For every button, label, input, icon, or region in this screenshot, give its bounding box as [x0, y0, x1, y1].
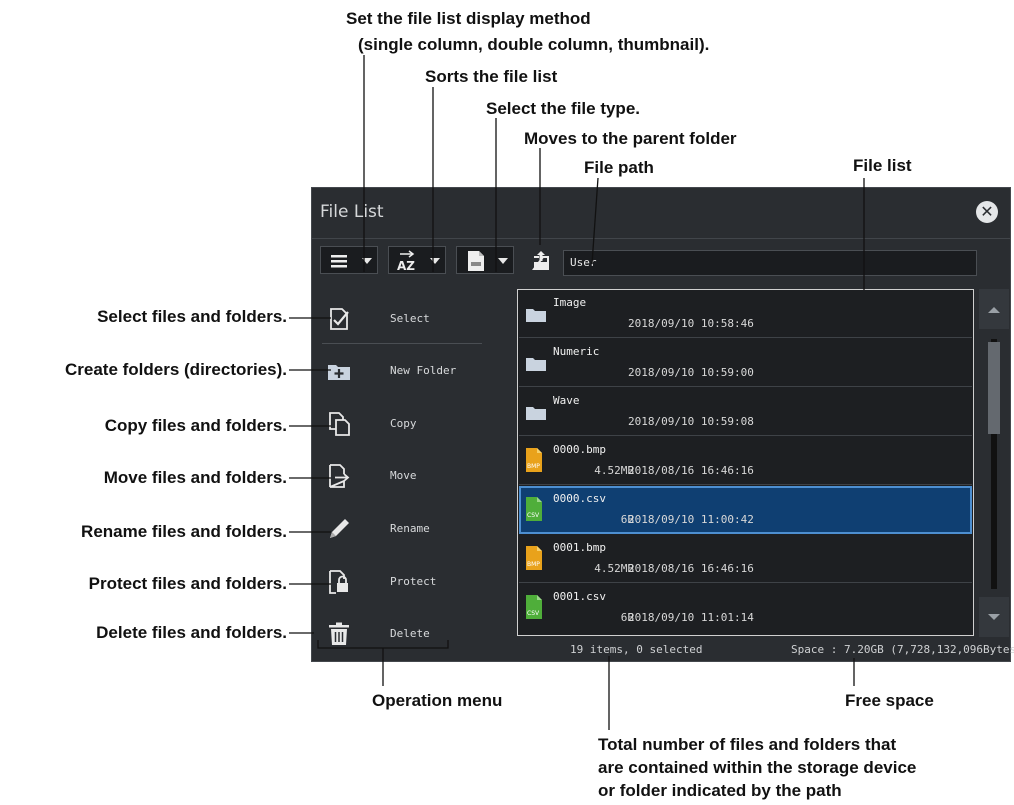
callout-leader-lines	[289, 55, 865, 730]
